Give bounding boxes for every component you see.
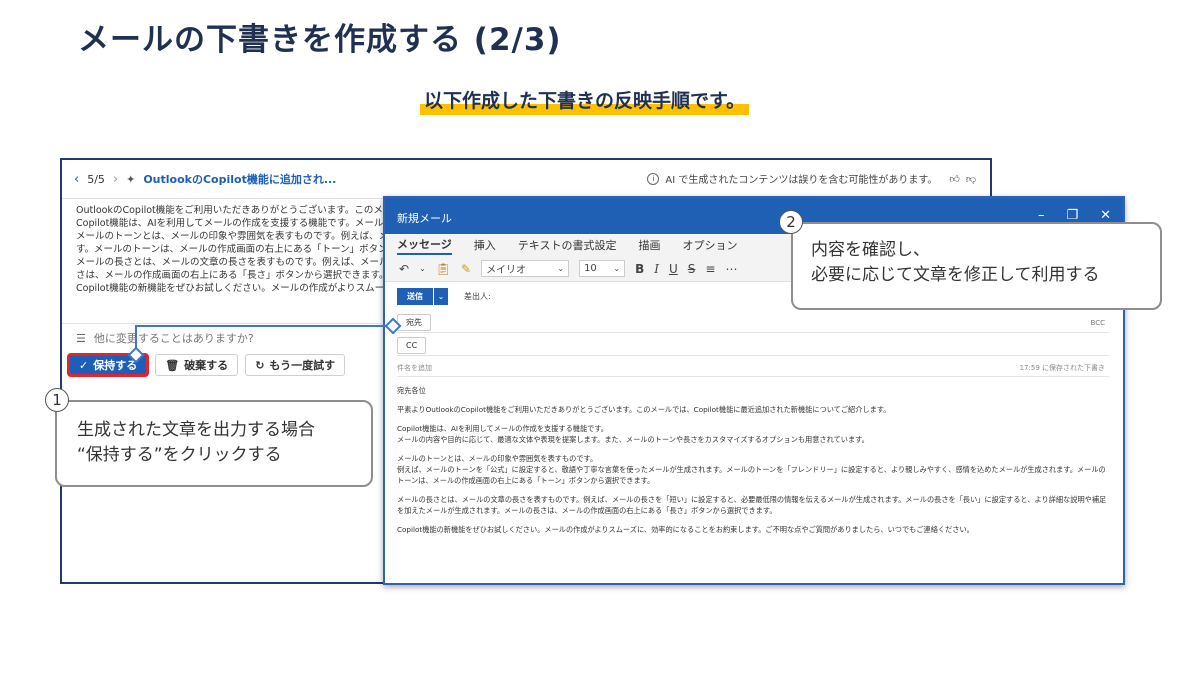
chevron-down-icon: ⌄ — [613, 264, 621, 273]
cc-label: CC — [406, 341, 418, 350]
divider — [62, 323, 382, 324]
italic-icon[interactable]: I — [654, 262, 659, 276]
more-icon[interactable]: ⋯ — [725, 262, 737, 276]
ai-warning-text: AI で生成されたコンテンツは誤りを含む可能性があります。 — [665, 175, 938, 186]
tab-format-text[interactable]: テキストの書式設定 — [518, 237, 617, 253]
callout-one-line2: “保持する”をクリックする — [77, 445, 282, 465]
format-painter-icon[interactable]: ✎ — [461, 262, 471, 276]
refresh-icon: ↻ — [255, 358, 265, 372]
retry-button-label: もう一度試す — [269, 359, 336, 372]
prompt-placeholder: 他に変更することはありますか? — [93, 332, 254, 345]
callout-step-one: 生成された文章を出力する場合 “保持する”をクリックする — [55, 400, 373, 487]
divider — [397, 376, 1109, 377]
divider — [397, 355, 1109, 356]
generated-line: す。メールのトーンは、メールの作成画面の右上にある「トーン」ボタンから選択できま… — [76, 244, 406, 255]
tab-options[interactable]: オプション — [682, 237, 737, 253]
cc-button[interactable]: CC — [397, 337, 427, 354]
mail-greeting: 宛先各位 — [397, 386, 426, 395]
minimize-icon[interactable]: – — [1038, 208, 1045, 223]
callout-two-line2: 必要に応じて文章を修正して利用する — [811, 265, 1100, 285]
tab-insert[interactable]: 挿入 — [474, 237, 496, 253]
callout-two-line1: 内容を確認し、 — [811, 240, 930, 260]
chevron-left-icon[interactable]: ‹ — [74, 172, 79, 187]
font-name-select[interactable]: メイリオ ⌄ — [481, 260, 570, 277]
chevron-down-icon: ⌄ — [557, 264, 565, 273]
slide-title: メールの下書きを作成する (2/3) — [78, 22, 562, 58]
trash-icon: 🗑︎ — [165, 358, 180, 372]
bold-icon[interactable]: B — [635, 262, 644, 276]
keep-button-label: 保持する — [93, 359, 138, 372]
tab-draw[interactable]: 描画 — [638, 237, 660, 253]
callout-step-two: 内容を確認し、 必要に応じて文章を修正して利用する — [791, 222, 1162, 310]
to-label: 宛先 — [406, 318, 422, 327]
restore-icon[interactable]: ❐ — [1066, 208, 1078, 223]
slide-subtitle: 以下作成した下書きの反映手順です。 — [420, 86, 750, 115]
mail-line: Copilot機能は、AIを利用してメールの作成を支援する機能です。 — [397, 424, 608, 433]
paragraph-icon[interactable]: ≡ — [705, 262, 715, 276]
retry-button[interactable]: ↻ もう一度試す — [245, 354, 346, 376]
copilot-prompt-input[interactable]: ☰ 他に変更することはありますか? — [76, 330, 254, 346]
discard-button-label: 破棄する — [184, 359, 229, 372]
generated-line: Copilot機能は、AIを利用してメールの作成を支援する機能です。メールの内容… — [76, 218, 406, 229]
mail-paragraph: メールの長さとは、メールの文章の長さを表すものです。例えば、メールの長さを「短い… — [397, 495, 1107, 515]
mail-line: メールの内容や目的に応じて、最適な文体や表現を提案します。また、メールのトーンや… — [397, 435, 869, 444]
mail-paragraph: メールのトーンとは、メールの印象や雰囲気を表すものです。例えば、メールのトーンを… — [397, 453, 1112, 486]
thumbs-up-icon[interactable]: 👍︎ — [949, 173, 959, 185]
step-number-one: 1 — [45, 388, 69, 412]
generated-line: メールのトーンとは、メールの印象や雰囲気を表すものです。例えば、メールのトーンを… — [76, 231, 406, 242]
send-button[interactable]: 送信 ⌄ — [397, 288, 448, 305]
info-icon: i — [647, 172, 660, 185]
mail-paragraph: 平素よりOutlookのCopilot機能をご利用いただきありがとうございます。… — [397, 405, 891, 414]
generated-line: さは、メールの作成画面の右上にある「長さ」ボタンから選択できます。 — [76, 270, 389, 281]
generated-line: メールの長さとは、メールの文章の長さを表すものです。例えば、メールの長さを「短い… — [76, 257, 406, 268]
copilot-header: ‹ 5/5 › ✦ OutlookのCopilot機能に追加され... i AI… — [62, 160, 990, 199]
divider — [397, 332, 1109, 333]
font-size-value: 10 — [584, 263, 597, 274]
copilot-generated-text: OutlookのCopilot機能をご利用いただきありがとうございます。このメー… — [76, 204, 406, 295]
copilot-icon: ✦ — [126, 172, 136, 186]
clipboard-icon[interactable]: 📋︎ — [436, 262, 451, 276]
saved-status: 17:59 に保存された下書き — [1019, 364, 1105, 372]
undo-icon[interactable]: ↶ — [399, 262, 409, 276]
thumbs-down-icon[interactable]: 👎︎ — [966, 173, 976, 185]
step-number-two: 2 — [779, 210, 803, 234]
compose-window-title: 新規メール — [397, 212, 452, 225]
chevron-down-icon[interactable]: ⌄ — [433, 288, 448, 305]
underline-icon[interactable]: U — [669, 262, 678, 276]
tab-message[interactable]: メッセージ — [397, 236, 452, 255]
chevron-down-icon[interactable]: ⌄ — [419, 264, 426, 273]
mail-line: メールのトーンとは、メールの印象や雰囲気を表すものです。 — [397, 454, 598, 463]
copilot-header-title: OutlookのCopilot機能に追加され... — [143, 173, 337, 186]
mail-paragraph: Copilot機能は、AIを利用してメールの作成を支援する機能です。メールの内容… — [397, 423, 1112, 445]
bcc-button[interactable]: BCC — [1091, 319, 1105, 327]
sliders-icon: ☰ — [76, 331, 86, 345]
font-size-select[interactable]: 10 ⌄ — [579, 260, 626, 277]
checkmark-icon: ✓ — [79, 358, 89, 372]
close-icon[interactable]: ✕ — [1100, 208, 1111, 223]
chevron-right-icon[interactable]: › — [113, 172, 118, 187]
discard-button[interactable]: 🗑︎ 破棄する — [155, 354, 239, 376]
callout-one-line1: 生成された文章を出力する場合 — [77, 420, 315, 440]
font-name-value: メイリオ — [486, 265, 527, 276]
mail-line: 例えば、メールのトーンを「公式」に設定すると、敬語や丁寧な言葉を使ったメールが生… — [397, 465, 1106, 485]
strikethrough-icon[interactable]: S — [688, 262, 696, 276]
mail-paragraph: Copilot機能の新機能をぜひお試しください。メールの作成がよりスムーズに、効… — [397, 525, 974, 534]
generated-line: Copilot機能の新機能をぜひお試しください。メールの作成がよりスムーズに、効… — [76, 283, 406, 294]
generated-line: OutlookのCopilot機能をご利用いただきありがとうございます。このメー… — [76, 205, 406, 216]
page-counter: 5/5 — [87, 172, 105, 186]
to-button[interactable]: 宛先 — [397, 314, 431, 331]
send-button-label: 送信 — [397, 288, 433, 305]
subject-input[interactable]: 件名を追加 — [397, 363, 432, 373]
mail-body-editor[interactable]: 宛先各位 平素よりOutlookのCopilot機能をご利用いただきありがとうご… — [397, 385, 1112, 543]
keep-button[interactable]: ✓ 保持する — [68, 354, 149, 376]
from-label: 差出人: — [464, 292, 491, 301]
